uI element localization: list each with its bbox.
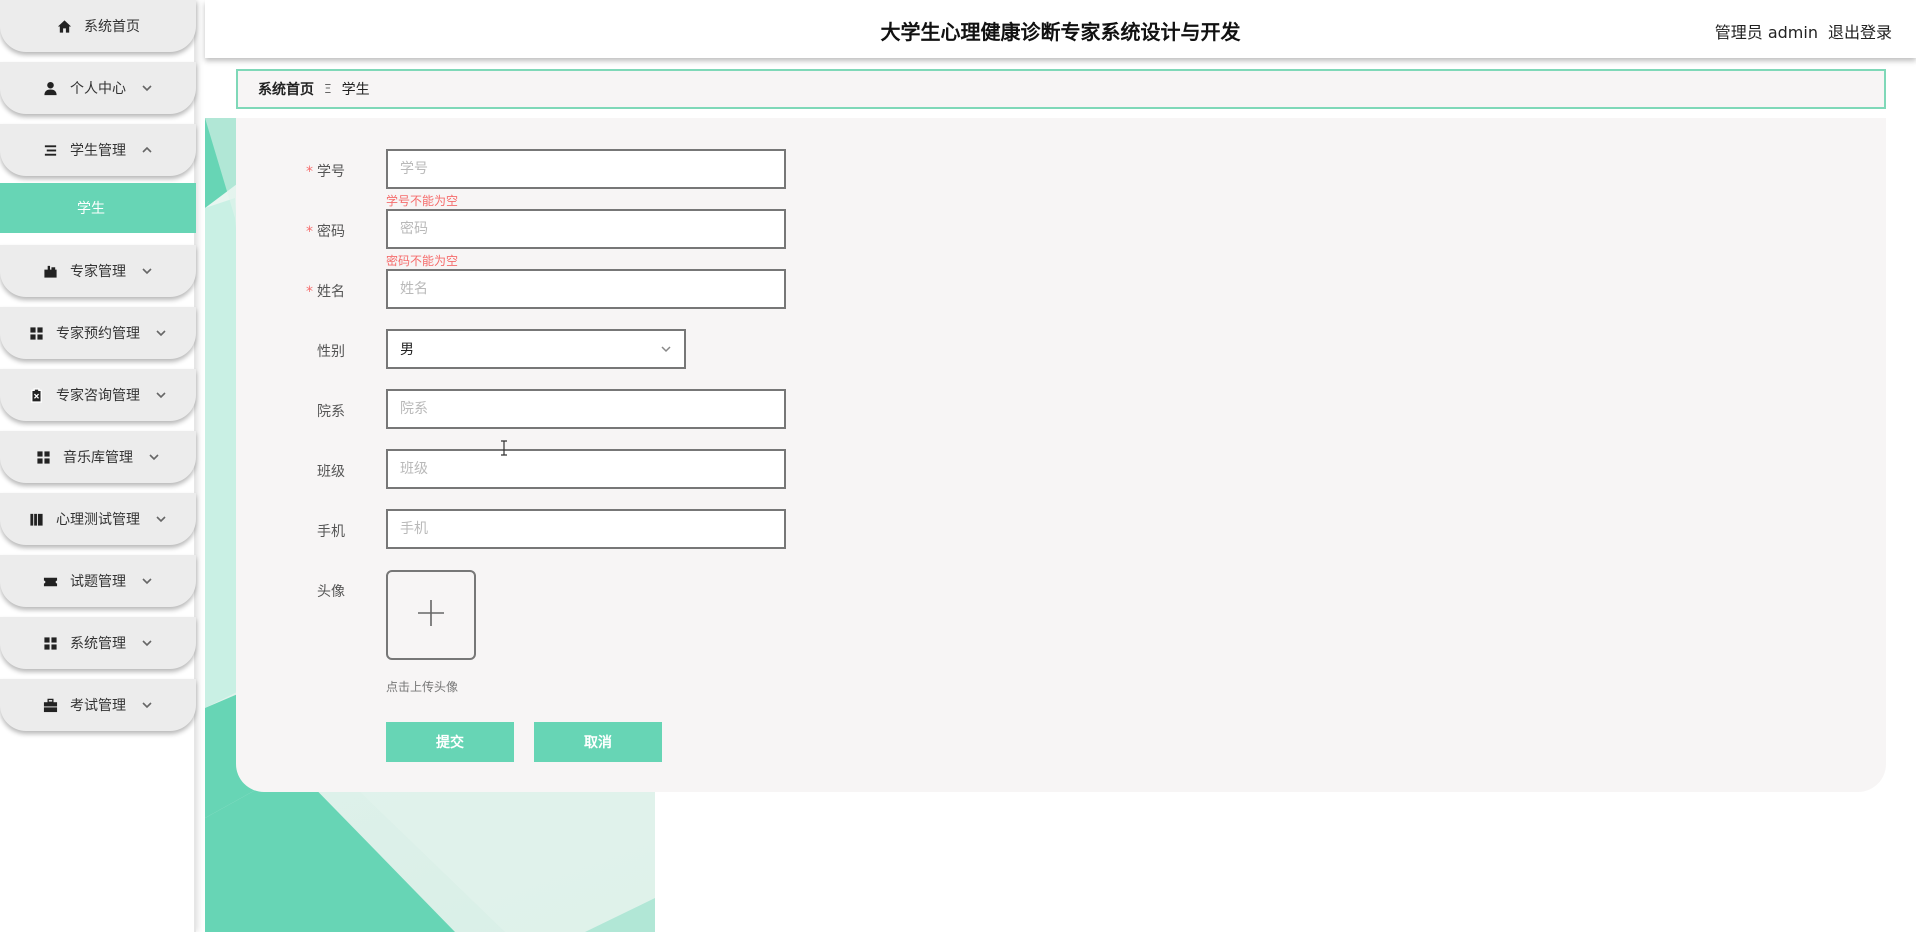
book-icon (28, 511, 44, 527)
avatar-label: 头像 (317, 584, 345, 600)
breadcrumb-home-link[interactable]: 系统首页 (258, 79, 314, 99)
sidebar-item-exam-management[interactable]: 考试管理 (0, 679, 196, 731)
password-error: 密码不能为空 (386, 254, 459, 268)
breadcrumb-current: 学生 (341, 82, 370, 98)
gender-select[interactable]: 男 (386, 329, 686, 369)
password-label: * 密码 (306, 224, 345, 240)
gender-label: 性别 (317, 344, 345, 360)
chevron-down-icon (140, 636, 154, 650)
grid-icon (42, 635, 58, 651)
chevron-down-icon (660, 343, 674, 357)
submit-button[interactable]: 提交 (386, 722, 514, 762)
department-input[interactable] (386, 389, 786, 429)
clipboard-icon (28, 387, 44, 403)
phone-input[interactable] (386, 509, 786, 549)
chevron-down-icon (154, 512, 168, 526)
logout-button[interactable]: 退出登录 (1828, 23, 1892, 42)
student-id-label: * 学号 (306, 164, 345, 180)
sidebar-item-label: 学生管理 (70, 143, 126, 159)
name-label: * 姓名 (306, 284, 345, 300)
ticket-icon (42, 573, 58, 589)
chevron-down-icon (140, 574, 154, 588)
home-icon (56, 18, 72, 34)
required-mark: * (306, 164, 313, 180)
chevron-down-icon (147, 450, 161, 464)
breadcrumb-separator: Ξ (324, 82, 332, 96)
sidebar-subitem-student[interactable]: 学生 (0, 183, 196, 233)
sidebar-item-label: 考试管理 (70, 698, 126, 714)
sidebar-item-label: 系统首页 (84, 19, 140, 35)
sidebar-item-student-management[interactable]: 学生管理 (0, 124, 196, 176)
avatar-upload-button[interactable] (386, 570, 476, 660)
department-label: 院系 (317, 404, 345, 420)
toolbox-icon (42, 697, 58, 713)
student-form-panel: *学号 学号不能为空 *密码 密码不能为空 *姓名 性别 男 院系 班级 手机 … (236, 118, 1886, 792)
app-title: 大学生心理健康诊断专家系统设计与开发 (880, 20, 1241, 44)
briefcase-icon (42, 263, 58, 279)
sidebar-item-label: 音乐库管理 (63, 450, 133, 466)
required-mark: * (306, 284, 313, 300)
sidebar-item-label: 专家预约管理 (56, 326, 140, 342)
sidebar-item-music-library[interactable]: 音乐库管理 (0, 431, 196, 483)
sidebar-item-system-management[interactable]: 系统管理 (0, 617, 196, 669)
sidebar-item-label: 试题管理 (70, 574, 126, 590)
required-mark: * (306, 224, 313, 240)
user-area: 管理员 admin 退出登录 (1705, 19, 1892, 43)
sidebar-item-label: 心理测试管理 (56, 512, 140, 528)
user-icon (42, 80, 58, 96)
grid-icon (35, 449, 51, 465)
sidebar-item-label: 专家管理 (70, 264, 126, 280)
class-label: 班级 (317, 464, 345, 480)
class-input[interactable] (386, 449, 786, 489)
sidebar-item-question-management[interactable]: 试题管理 (0, 555, 196, 607)
sidebar-item-expert-management[interactable]: 专家管理 (0, 245, 196, 297)
top-header: 大学生心理健康诊断专家系统设计与开发 管理员 admin 退出登录 (205, 0, 1916, 58)
phone-label: 手机 (317, 524, 345, 540)
password-input[interactable] (386, 209, 786, 249)
sidebar-item-consultation-management[interactable]: 专家咨询管理 (0, 369, 196, 421)
breadcrumb: 系统首页 Ξ 学生 (236, 69, 1886, 109)
sidebar-item-label: 个人中心 (70, 81, 126, 97)
chevron-down-icon (140, 81, 154, 95)
sidebar-item-psych-test[interactable]: 心理测试管理 (0, 493, 196, 545)
sidebar-item-label: 系统管理 (70, 636, 126, 652)
list-icon (42, 142, 58, 158)
user-label: 管理员 admin (1714, 23, 1818, 42)
plus-icon (416, 598, 446, 632)
chevron-up-icon (140, 143, 154, 157)
sidebar-item-home[interactable]: 系统首页 (0, 0, 196, 52)
sidebar-item-personal-center[interactable]: 个人中心 (0, 62, 196, 114)
sidebar-subitem-label: 学生 (77, 201, 105, 217)
grid-icon (28, 325, 44, 341)
student-id-error: 学号不能为空 (386, 194, 459, 208)
chevron-down-icon (140, 264, 154, 278)
name-input[interactable] (386, 269, 786, 309)
chevron-down-icon (140, 698, 154, 712)
chevron-down-icon (154, 326, 168, 340)
cancel-button[interactable]: 取消 (534, 722, 662, 762)
gender-selected-value: 男 (400, 342, 414, 358)
text-cursor-icon (499, 440, 509, 456)
student-id-input[interactable] (386, 149, 786, 189)
sidebar: 系统首页 个人中心 学生管理 学生 专家管理 专家预约管理 专家咨询管理 音乐库… (0, 0, 196, 932)
chevron-down-icon (154, 388, 168, 402)
sidebar-item-label: 专家咨询管理 (56, 388, 140, 404)
sidebar-item-appointment-management[interactable]: 专家预约管理 (0, 307, 196, 359)
avatar-upload-tip: 点击上传头像 (386, 680, 459, 694)
